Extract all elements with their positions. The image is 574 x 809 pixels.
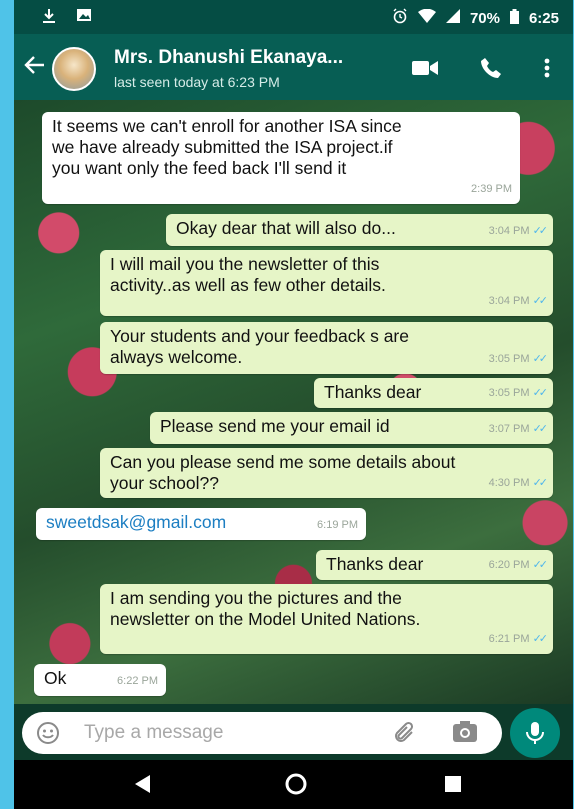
paperclip-icon[interactable] <box>392 720 418 751</box>
message-bubble[interactable]: Can you please send me some details abou… <box>100 448 553 498</box>
message-time: 3:05 PM <box>488 353 530 365</box>
camera-icon[interactable] <box>452 720 478 749</box>
message-text: Thanks dear <box>326 554 424 574</box>
image-icon <box>76 8 92 28</box>
double-check-icon: ✓✓ <box>532 353 549 365</box>
message-time: 4:30 PM <box>488 477 530 489</box>
message-text: I will mail you the newsletter of this <box>110 254 380 274</box>
message-text: you want only the feed back I'll send it <box>52 158 347 178</box>
wifi-icon <box>417 8 436 27</box>
message-bubble[interactable]: Please send me your email id 3:07 PM ✓✓ <box>150 412 553 444</box>
message-time: 6:21 PM <box>488 633 530 645</box>
message-time: 3:07 PM <box>488 423 530 435</box>
message-bubble[interactable]: Okay dear that will also do... 3:04 PM ✓✓ <box>166 214 553 246</box>
message-placeholder: Type a message <box>84 722 224 743</box>
message-time: 6:19 PM <box>317 519 358 531</box>
double-check-icon: ✓✓ <box>532 633 549 645</box>
chat-header: Mrs. Dhanushi Ekanaya... last seen today… <box>14 34 573 100</box>
video-call-icon[interactable] <box>412 60 438 81</box>
message-bubble[interactable]: I am sending you the pictures and the ne… <box>100 584 553 654</box>
mic-icon <box>526 722 544 744</box>
status-bar: 70% 6:25 <box>14 0 573 34</box>
message-time: 6:20 PM <box>488 559 530 571</box>
nav-back-icon[interactable] <box>134 774 152 799</box>
contact-avatar[interactable] <box>52 47 96 91</box>
message-text: we have already submitted the ISA projec… <box>52 137 393 157</box>
message-time: 6:22 PM <box>117 675 158 687</box>
message-text: newsletter on the Model United Nations. <box>110 609 421 629</box>
message-bubble[interactable]: I will mail you the newsletter of this a… <box>100 250 553 316</box>
message-text: Can you please send me some details abou… <box>110 452 456 472</box>
nav-recents-icon[interactable] <box>444 775 462 798</box>
back-arrow-icon[interactable] <box>24 54 46 80</box>
emoji-icon[interactable] <box>36 721 60 750</box>
signal-icon <box>445 9 460 27</box>
message-input[interactable]: Type a message <box>22 712 502 754</box>
message-bubble[interactable]: Your students and your feedback s are al… <box>100 322 553 374</box>
mic-button[interactable] <box>510 708 560 758</box>
more-vert-icon[interactable] <box>544 58 550 83</box>
double-check-icon: ✓✓ <box>532 387 549 399</box>
message-bubble[interactable]: sweetdsak@gmail.com 6:19 PM <box>36 508 366 540</box>
message-text: your school?? <box>110 473 219 493</box>
phone-screen: 70% 6:25 Mrs. Dhanushi Ekanaya... last s… <box>14 0 573 809</box>
compose-bar: Type a message <box>14 704 573 760</box>
message-text: I am sending you the pictures and the <box>110 588 402 608</box>
contact-name[interactable]: Mrs. Dhanushi Ekanaya... <box>114 47 343 69</box>
message-time: 2:39 PM <box>471 183 512 195</box>
message-time: 3:04 PM <box>488 225 530 237</box>
battery-icon <box>509 8 519 28</box>
double-check-icon: ✓✓ <box>532 225 549 237</box>
message-time: 3:04 PM <box>488 295 530 307</box>
message-text: Your students and your feedback s are <box>110 326 409 346</box>
double-check-icon: ✓✓ <box>532 423 549 435</box>
message-bubble[interactable]: Thanks dear 6:20 PM ✓✓ <box>316 550 553 580</box>
message-bubble[interactable]: Ok 6:22 PM <box>34 664 166 696</box>
alarm-icon <box>392 8 408 28</box>
message-bubble[interactable]: Thanks dear 3:05 PM ✓✓ <box>314 378 553 408</box>
double-check-icon: ✓✓ <box>532 295 549 307</box>
battery-percent: 70% <box>469 9 500 27</box>
message-time: 3:05 PM <box>488 387 530 399</box>
message-text: Okay dear that will also do... <box>176 218 396 238</box>
clock: 6:25 <box>528 9 559 27</box>
double-check-icon: ✓✓ <box>532 477 549 489</box>
message-bubble[interactable]: It seems we can't enroll for another ISA… <box>42 112 520 204</box>
message-text: Please send me your email id <box>160 416 390 436</box>
message-list[interactable]: It seems we can't enroll for another ISA… <box>14 100 573 704</box>
double-check-icon: ✓✓ <box>532 559 549 571</box>
message-text: It seems we can't enroll for another ISA… <box>52 116 402 136</box>
last-seen-status: last seen today at 6:23 PM <box>114 74 280 90</box>
email-link[interactable]: sweetdsak@gmail.com <box>46 512 226 532</box>
message-text: activity..as well as few other details. <box>110 275 386 295</box>
message-text: Thanks dear <box>324 382 422 402</box>
message-text: always welcome. <box>110 347 243 367</box>
phone-call-icon[interactable] <box>480 57 502 84</box>
download-icon <box>42 8 56 28</box>
nav-home-icon[interactable] <box>284 772 308 801</box>
system-nav-bar <box>14 760 573 809</box>
message-text: Ok <box>44 668 67 688</box>
